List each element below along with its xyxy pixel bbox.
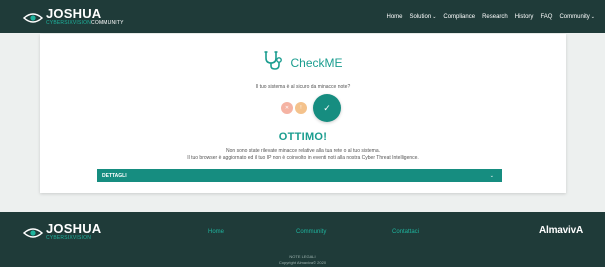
- footer-logo-subtitle: CYBERSIXVISION: [46, 235, 92, 241]
- checkme-title: CheckME: [290, 55, 343, 70]
- ok-indicator-green: ✓: [313, 94, 341, 122]
- details-accordion[interactable]: DETTAGLI ⌄: [97, 169, 502, 182]
- result-message-line1: Non sono state rilevate minacce relative…: [226, 148, 380, 154]
- warning-indicator-orange: !: [295, 102, 307, 114]
- footer-link-home[interactable]: Home: [208, 229, 224, 235]
- eye-logo-icon: [22, 226, 44, 238]
- result-message-line2: Il tuo browser è aggiornato ed il tuo IP…: [187, 155, 419, 161]
- status-indicators: ✕ ! ✓: [40, 92, 566, 122]
- checkme-brand: CheckME: [40, 50, 566, 75]
- joshua-logo[interactable]: JOSHUA CYBERSIXVISIONCOMMUNITY: [22, 6, 124, 26]
- chevron-down-icon: ⌄: [432, 13, 437, 20]
- legal-notes-link[interactable]: NOTE LEGALI: [0, 254, 605, 259]
- nav-faq[interactable]: FAQ: [540, 14, 552, 20]
- nav-community[interactable]: Community ⌄: [559, 14, 595, 20]
- footer-link-community[interactable]: Community: [296, 229, 326, 235]
- top-navbar: JOSHUA CYBERSIXVISIONCOMMUNITY Home Solu…: [0, 0, 605, 33]
- result-heading: OTTIMO!: [278, 131, 328, 143]
- logo-subtitle: CYBERSIXVISIONCOMMUNITY: [46, 20, 124, 26]
- security-question: Il tuo sistema è al sicuro da minacce no…: [255, 84, 351, 90]
- nav-home[interactable]: Home: [386, 14, 402, 20]
- threat-indicator-red: ✕: [281, 102, 293, 114]
- close-icon: ✕: [284, 105, 290, 111]
- logo-title: JOSHUA: [46, 6, 102, 21]
- footer-logo-title: JOSHUA: [46, 221, 102, 236]
- almaviva-logo[interactable]: AlmavivA: [539, 225, 583, 236]
- nav-compliance[interactable]: Compliance: [443, 14, 475, 20]
- chevron-down-icon: ⌄: [489, 172, 494, 179]
- footer-link-contattaci[interactable]: Contattaci: [392, 229, 419, 235]
- footer-joshua-logo[interactable]: JOSHUA CYBERSIXVISION: [22, 221, 102, 241]
- warning-icon: !: [300, 105, 302, 111]
- nav-solution[interactable]: Solution ⌄: [410, 14, 437, 20]
- stethoscope-icon: [263, 50, 285, 75]
- main-nav: Home Solution ⌄ Compliance Research Hist…: [386, 0, 595, 33]
- checkme-card: CheckME Il tuo sistema è al sicuro da mi…: [40, 34, 566, 193]
- footer: JOSHUA CYBERSIXVISION Home Community Con…: [0, 212, 605, 267]
- eye-logo-icon: [22, 11, 44, 23]
- chevron-down-icon: ⌄: [590, 13, 595, 20]
- nav-research[interactable]: Research: [482, 14, 508, 20]
- copyright-text: Copyright Almaviva© 2020: [278, 260, 327, 265]
- check-icon: ✓: [323, 102, 331, 113]
- details-label: DETTAGLI: [102, 172, 127, 179]
- nav-history[interactable]: History: [515, 14, 534, 20]
